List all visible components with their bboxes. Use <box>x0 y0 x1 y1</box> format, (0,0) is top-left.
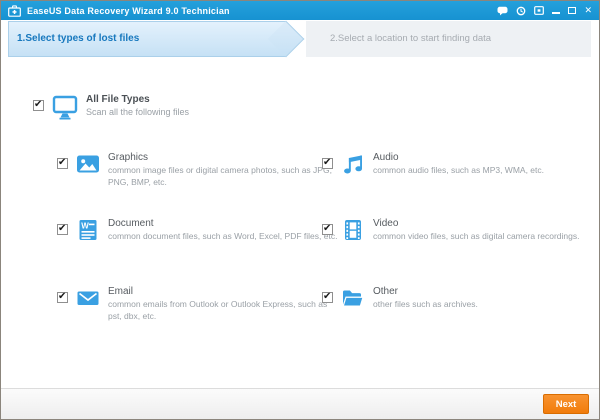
titlebar[interactable]: EaseUS Data Recovery Wizard 9.0 Technici… <box>1 1 599 20</box>
checkbox-audio[interactable] <box>322 157 333 169</box>
capture-icon[interactable] <box>534 6 545 15</box>
filetype-item-other[interactable]: Other other files such as archives. <box>322 286 599 311</box>
folder-icon <box>341 286 365 310</box>
footer-bar: Next <box>1 388 599 419</box>
checkbox-other[interactable] <box>322 291 333 303</box>
app-window: EaseUS Data Recovery Wizard 9.0 Technici… <box>0 0 600 420</box>
monitor-icon <box>52 94 78 121</box>
step-1-tab: 1.Select types of lost files <box>8 21 286 57</box>
filetype-desc: common document files, such as Word, Exc… <box>108 231 338 241</box>
close-icon[interactable]: ✕ <box>584 6 592 15</box>
app-logo-icon <box>8 4 21 17</box>
next-button[interactable]: Next <box>543 394 589 414</box>
filetype-title: Email <box>108 286 134 297</box>
filetype-item-audio[interactable]: Audio common audio files, such as MP3, W… <box>322 152 599 177</box>
filetype-item-graphics[interactable]: Graphics common image files or digital c… <box>57 152 342 188</box>
filetype-item-email[interactable]: Email common emails from Outlook or Outl… <box>57 286 342 322</box>
maximize-icon[interactable] <box>568 7 577 14</box>
filetype-item-video[interactable]: Video common video files, such as digita… <box>322 218 599 243</box>
checkbox-email[interactable] <box>57 291 68 303</box>
picture-icon <box>76 152 100 176</box>
history-icon[interactable] <box>516 6 526 16</box>
filetype-desc: common audio files, such as MP3, WMA, et… <box>373 165 545 175</box>
checkbox-all-file-types[interactable] <box>33 99 44 111</box>
filetype-item-all[interactable]: All File Types Scan all the following fi… <box>33 94 189 121</box>
window-controls: ✕ <box>497 6 592 16</box>
filetype-desc-all: Scan all the following files <box>86 107 190 117</box>
filetype-desc: common image files or digital camera pho… <box>108 165 332 187</box>
step-1-label: 1.Select types of lost files <box>17 33 140 44</box>
checkbox-document[interactable] <box>57 223 68 235</box>
window-title: EaseUS Data Recovery Wizard 9.0 Technici… <box>27 5 230 16</box>
filetype-title: Other <box>373 286 399 297</box>
film-strip-icon <box>341 218 365 242</box>
filetype-item-document[interactable]: W Document common document files, such a… <box>57 218 342 243</box>
filetype-desc: other files such as archives. <box>373 299 478 309</box>
checkbox-graphics[interactable] <box>57 157 68 169</box>
word-document-icon: W <box>76 218 100 242</box>
step-2-label: 2.Select a location to start finding dat… <box>330 33 492 44</box>
filetype-title-all: All File Types <box>86 94 150 105</box>
minimize-icon[interactable] <box>552 7 561 14</box>
filetype-title: Video <box>373 218 399 229</box>
content-area: All File Types Scan all the following fi… <box>1 58 599 388</box>
svg-text:W: W <box>81 221 89 230</box>
filetype-title: Audio <box>373 152 399 163</box>
feedback-icon[interactable] <box>497 6 508 16</box>
filetype-desc: common video files, such as digital came… <box>373 231 580 241</box>
music-note-icon <box>341 152 365 176</box>
envelope-icon <box>76 286 100 310</box>
checkbox-video[interactable] <box>322 223 333 235</box>
wizard-steps: 1.Select types of lost files 2.Select a … <box>1 20 599 58</box>
step-2-tab: 2.Select a location to start finding dat… <box>306 21 591 57</box>
filetype-title: Document <box>108 218 154 229</box>
filetype-title: Graphics <box>108 152 149 163</box>
filetype-desc: common emails from Outlook or Outlook Ex… <box>108 299 328 321</box>
